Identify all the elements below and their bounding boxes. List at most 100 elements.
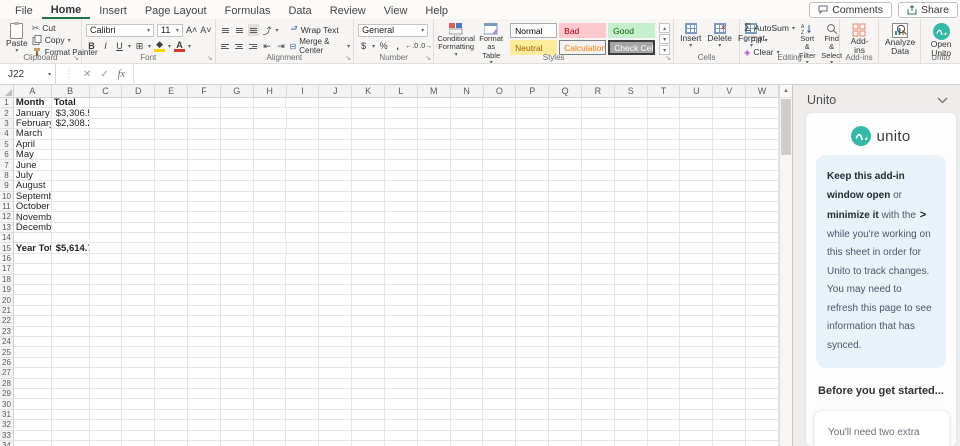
cell-G15[interactable] [221,243,254,253]
cell-A19[interactable] [14,285,52,295]
cell-P13[interactable] [516,223,549,233]
cell-K25[interactable] [352,347,385,357]
cell-V32[interactable] [713,420,746,430]
cell-Q21[interactable] [549,306,582,316]
cell-Q3[interactable] [549,119,582,129]
cell-J21[interactable] [319,306,352,316]
row-header-4[interactable]: 4 [0,129,14,139]
cell-O32[interactable] [483,420,516,430]
cell-K14[interactable] [352,233,385,243]
cell-U32[interactable] [680,420,713,430]
cell-A20[interactable] [14,295,52,305]
cell-I1[interactable] [286,98,319,108]
cell-D19[interactable] [122,285,155,295]
tab-review[interactable]: Review [321,0,375,19]
cell-S22[interactable] [615,316,648,326]
cell-T12[interactable] [648,212,681,222]
row-header-23[interactable]: 23 [0,327,14,337]
row-header-33[interactable]: 33 [0,431,14,441]
cell-P24[interactable] [516,337,549,347]
addins-button[interactable]: Add-ins [844,22,875,57]
cell-N30[interactable] [451,399,484,409]
orientation-button[interactable]: ⤴ [262,24,273,36]
cell-N31[interactable] [451,410,484,420]
cell-I24[interactable] [286,337,319,347]
cell-Q5[interactable] [549,140,582,150]
cell-M17[interactable] [418,264,451,274]
cell-J14[interactable] [319,233,352,243]
cell-G10[interactable] [221,192,254,202]
cell-R8[interactable] [582,171,615,181]
cell-T8[interactable] [648,171,681,181]
cell-G24[interactable] [221,337,254,347]
row-header-34[interactable]: 34 [0,441,14,446]
cell-W11[interactable] [746,202,779,212]
cell-I26[interactable] [286,358,319,368]
cell-J6[interactable] [319,150,352,160]
cell-D16[interactable] [122,254,155,264]
cell-S28[interactable] [615,379,648,389]
cell-O8[interactable] [483,171,516,181]
cell-M3[interactable] [418,119,451,129]
cell-J33[interactable] [319,431,352,441]
col-header-B[interactable]: B [52,85,90,98]
cell-B2[interactable]: $3,306.50 [52,108,90,118]
cell-C24[interactable] [90,337,123,347]
cell-V27[interactable] [713,368,746,378]
cell-G31[interactable] [221,410,254,420]
cell-J15[interactable] [319,243,352,253]
cell-K11[interactable] [352,202,385,212]
cell-R11[interactable] [582,202,615,212]
cell-M15[interactable] [418,243,451,253]
cell-G22[interactable] [221,316,254,326]
cell-D33[interactable] [122,431,155,441]
cell-I31[interactable] [286,410,319,420]
cell-G25[interactable] [221,347,254,357]
cell-J20[interactable] [319,295,352,305]
cell-G7[interactable] [221,160,254,170]
cell-W19[interactable] [746,285,779,295]
font-size-select[interactable]: 11▾ [157,24,183,37]
cell-Q28[interactable] [549,379,582,389]
number-dialog-launcher[interactable]: ↘ [425,54,431,62]
cell-P21[interactable] [516,306,549,316]
cell-H18[interactable] [254,275,287,285]
cell-V7[interactable] [713,160,746,170]
confirm-entry-icon[interactable]: ✓ [100,69,108,80]
cell-S8[interactable] [615,171,648,181]
cell-J26[interactable] [319,358,352,368]
cell-G4[interactable] [221,129,254,139]
row-header-22[interactable]: 22 [0,316,14,326]
cell-M29[interactable] [418,389,451,399]
cell-O11[interactable] [483,202,516,212]
cell-L6[interactable] [385,150,418,160]
cell-R25[interactable] [582,347,615,357]
cell-E6[interactable] [155,150,188,160]
cell-U17[interactable] [680,264,713,274]
cell-H23[interactable] [254,327,287,337]
cell-W30[interactable] [746,399,779,409]
cell-S3[interactable] [615,119,648,129]
cell-A15[interactable]: Year Total [14,243,52,253]
cell-A30[interactable] [14,399,52,409]
cell-A17[interactable] [14,264,52,274]
cell-B25[interactable] [52,347,90,357]
col-header-Q[interactable]: Q [549,85,582,98]
cell-I2[interactable] [287,108,320,118]
cell-W5[interactable] [746,140,779,150]
cell-A21[interactable] [14,306,52,316]
cell-N13[interactable] [451,223,484,233]
cell-S1[interactable] [615,98,648,108]
cell-B9[interactable] [52,181,90,191]
cell-V12[interactable] [713,212,746,222]
cell-K6[interactable] [352,150,385,160]
col-header-V[interactable]: V [713,85,746,98]
cell-A8[interactable]: July [14,171,52,181]
col-header-A[interactable]: A [14,85,52,98]
cell-S10[interactable] [615,192,648,202]
cell-B26[interactable] [52,358,90,368]
decrease-decimal-button[interactable]: .0→ [420,40,431,52]
row-header-26[interactable]: 26 [0,358,14,368]
cell-M12[interactable] [418,212,451,222]
cell-P25[interactable] [516,347,549,357]
